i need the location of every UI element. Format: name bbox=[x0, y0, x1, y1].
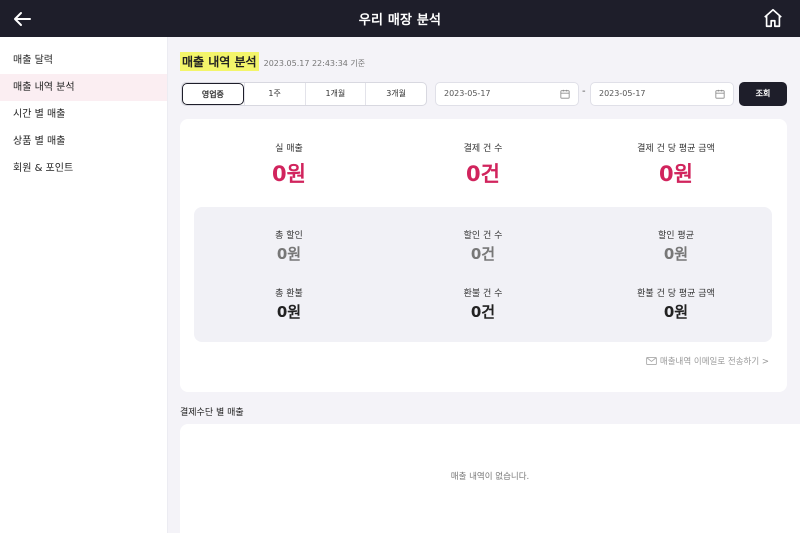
detail-value: 0건 bbox=[470, 245, 496, 263]
envelope-icon bbox=[646, 357, 657, 365]
metric-payment-count: 결제 건 수 0건 bbox=[383, 141, 583, 188]
date-from-value: 2023-05-17 bbox=[444, 89, 491, 98]
period-option-3months[interactable]: 3개월 bbox=[365, 83, 426, 105]
email-report-label: 매출내역 이메일로 전송하기 > bbox=[659, 357, 769, 367]
detail-label: 할인 건 수 bbox=[463, 231, 503, 241]
email-report-link[interactable]: 매출내역 이메일로 전송하기 > bbox=[646, 355, 769, 367]
calendar-icon bbox=[560, 89, 570, 99]
detail-label: 환불 건 당 평균 금액 bbox=[637, 289, 715, 299]
section-heading: 매출 내역 분석 2023.05.17 22:43:34 기준 bbox=[180, 52, 365, 71]
sidebar-item-sales-calendar[interactable]: 매출 달력 bbox=[0, 47, 167, 74]
top-bar: 우리 매장 분석 bbox=[0, 0, 800, 37]
summary-card: 실 매출 0원 결제 건 수 0건 결제 건 당 평균 금액 0원 총 할인 0… bbox=[180, 119, 787, 392]
payment-method-section-title: 결제수단 별 매출 bbox=[180, 408, 244, 418]
detail-refund-count: 환불 건 수 0건 bbox=[383, 286, 583, 322]
detail-label: 할인 평균 bbox=[658, 231, 694, 241]
detail-total-discount: 총 할인 0원 bbox=[189, 228, 389, 264]
sidebar-item-members-points[interactable]: 회원 & 포인트 bbox=[0, 155, 167, 182]
detail-value: 0원 bbox=[663, 303, 689, 321]
section-title: 매출 내역 분석 bbox=[180, 52, 259, 71]
detail-total-refund: 총 환불 0원 bbox=[189, 286, 389, 322]
detail-discount-average: 할인 평균 0원 bbox=[576, 228, 776, 264]
detail-value: 0원 bbox=[276, 303, 302, 321]
detail-label: 환불 건 수 bbox=[463, 289, 503, 299]
detail-value: 0원 bbox=[276, 245, 302, 263]
empty-state-text: 매출 내역이 없습니다. bbox=[450, 472, 530, 482]
detail-label: 총 환불 bbox=[275, 289, 303, 299]
sidebar: 매출 달력 매출 내역 분석 시간 별 매출 상품 별 매출 회원 & 포인트 bbox=[0, 37, 168, 533]
metric-label: 결제 건 당 평균 금액 bbox=[637, 144, 715, 154]
sidebar-item-hourly-sales[interactable]: 시간 별 매출 bbox=[0, 101, 167, 128]
detail-discount-count: 할인 건 수 0건 bbox=[383, 228, 583, 264]
metric-value: 0원 bbox=[272, 162, 306, 186]
period-selector: 영업중 1주 1개월 3개월 bbox=[181, 82, 427, 106]
details-panel: 총 할인 0원 할인 건 수 0건 할인 평균 0원 총 환불 0원 환불 건 … bbox=[194, 207, 772, 342]
payment-method-card: 매출 내역이 없습니다. bbox=[180, 424, 800, 533]
page-title: 우리 매장 분석 bbox=[358, 13, 442, 28]
period-option-1week[interactable]: 1주 bbox=[243, 83, 305, 105]
metric-value: 0건 bbox=[466, 162, 500, 186]
date-to-field[interactable]: 2023-05-17 bbox=[590, 82, 734, 106]
detail-avg-refund: 환불 건 당 평균 금액 0원 bbox=[576, 286, 776, 322]
query-button[interactable]: 조회 bbox=[739, 82, 787, 106]
detail-value: 0건 bbox=[470, 303, 496, 321]
sidebar-item-sales-analysis[interactable]: 매출 내역 분석 bbox=[0, 74, 167, 101]
date-to-value: 2023-05-17 bbox=[599, 89, 646, 98]
date-separator: - bbox=[582, 86, 586, 97]
metric-net-sales: 실 매출 0원 bbox=[189, 141, 389, 188]
home-icon[interactable] bbox=[762, 7, 784, 29]
metric-avg-per-payment: 결제 건 당 평균 금액 0원 bbox=[576, 141, 776, 188]
period-option-1month[interactable]: 1개월 bbox=[304, 83, 366, 105]
period-option-open[interactable]: 영업중 bbox=[182, 83, 244, 105]
timestamp: 2023.05.17 22:43:34 기준 bbox=[263, 59, 366, 68]
metric-label: 결제 건 수 bbox=[463, 144, 503, 154]
main-content: 매출 내역 분석 2023.05.17 22:43:34 기준 영업중 1주 1… bbox=[168, 37, 800, 533]
detail-value: 0원 bbox=[663, 245, 689, 263]
date-from-field[interactable]: 2023-05-17 bbox=[435, 82, 579, 106]
detail-label: 총 할인 bbox=[275, 231, 303, 241]
metric-label: 실 매출 bbox=[275, 144, 303, 154]
sidebar-item-product-sales[interactable]: 상품 별 매출 bbox=[0, 128, 167, 155]
metric-value: 0원 bbox=[659, 162, 693, 186]
calendar-icon bbox=[715, 89, 725, 99]
